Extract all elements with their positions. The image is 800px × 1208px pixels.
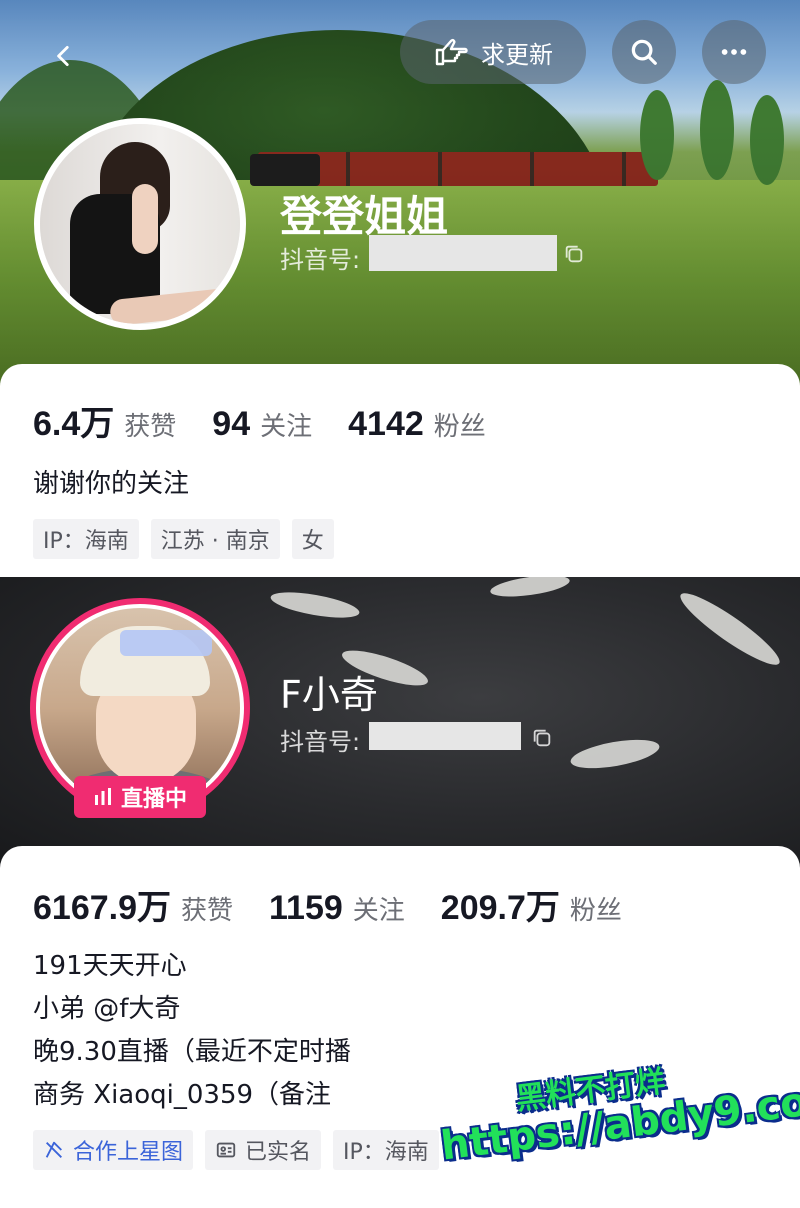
followers-count[interactable]: 4142 (348, 405, 424, 444)
profile1-tags: IP：海南 江苏 · 南京 女 (33, 519, 334, 559)
profile2-douyin-id-label: 抖音号: (280, 728, 361, 756)
more-options-button[interactable] (702, 20, 766, 84)
following-label[interactable]: 关注 (353, 890, 405, 927)
request-update-button[interactable]: 求更新 (400, 20, 586, 84)
request-update-label: 求更新 (481, 40, 553, 69)
chevron-left-icon (57, 45, 69, 67)
live-badge[interactable]: 直播中 (74, 776, 206, 818)
profile2-douyin-id-redacted (369, 722, 521, 750)
bio-line: 晚9.30直播（最近不定时播 (33, 1037, 351, 1067)
bio-line: 谢谢你的关注 (33, 469, 190, 499)
likes-label: 获赞 (181, 896, 234, 926)
likes-label: 获赞 (124, 412, 177, 442)
seagull (489, 577, 571, 601)
verified-name-label: 已实名 (245, 1140, 312, 1165)
seagull (568, 734, 662, 774)
profile1-bio: 谢谢你的关注 (33, 463, 189, 506)
profile1-douyin-id-label: 抖音号: (280, 246, 361, 274)
city-tag: 江苏 · 南京 (150, 519, 280, 559)
likes-count: 6.4万 (33, 405, 115, 443)
bio-line: 商务 Xiaoqi_0359（备注 (33, 1080, 332, 1110)
star-map-cooperation-tag[interactable]: 合作上星图 (33, 1130, 194, 1170)
star-map-icon (45, 1141, 62, 1158)
profile2-bio: 191天天开心 小弟 @f大奇 晚9.30直播（最近不定时播 商务 Xiaoqi… (33, 945, 351, 1117)
gender-tag: 女 (291, 519, 334, 559)
followers-count[interactable]: 209.7万 (441, 880, 560, 929)
pointing-hand-icon (435, 38, 468, 66)
live-bars-icon (94, 788, 111, 805)
bio-line: 小弟 @f大奇 (33, 994, 181, 1024)
profile1-avatar[interactable] (34, 118, 246, 330)
profile1-stats: 6.4万 获赞 94 关注 4142 粉丝 (33, 396, 522, 445)
id-card-icon (216, 1142, 236, 1158)
seagull (268, 587, 362, 623)
profile1-douyin-id-redacted (369, 235, 557, 271)
following-label[interactable]: 关注 (260, 406, 312, 443)
copy-icon[interactable] (563, 243, 585, 265)
profile2-tags: 合作上星图 已实名 IP：海南 (33, 1130, 439, 1170)
profile2-nickname: F小奇 (280, 673, 378, 717)
profile2-stats: 6167.9万 获赞 1159 关注 209.7万 粉丝 (33, 880, 658, 929)
search-icon (631, 39, 657, 65)
following-count[interactable]: 1159 (269, 889, 343, 928)
live-badge-label: 直播中 (120, 787, 187, 812)
copy-icon[interactable] (531, 727, 553, 749)
ip-location-tag: IP：海南 (33, 519, 139, 559)
seagull (673, 584, 787, 674)
search-button[interactable] (612, 20, 676, 84)
more-dots-icon (721, 49, 747, 55)
following-count[interactable]: 94 (212, 405, 250, 444)
star-map-label: 合作上星图 (73, 1140, 184, 1165)
ip-location-tag: IP：海南 (333, 1130, 439, 1170)
back-button[interactable] (44, 36, 84, 76)
likes-count: 6167.9万 (33, 889, 171, 927)
followers-label[interactable]: 粉丝 (570, 890, 622, 927)
verified-name-tag: 已实名 (205, 1130, 322, 1170)
bio-line: 191天天开心 (33, 951, 187, 981)
followers-label[interactable]: 粉丝 (434, 406, 486, 443)
